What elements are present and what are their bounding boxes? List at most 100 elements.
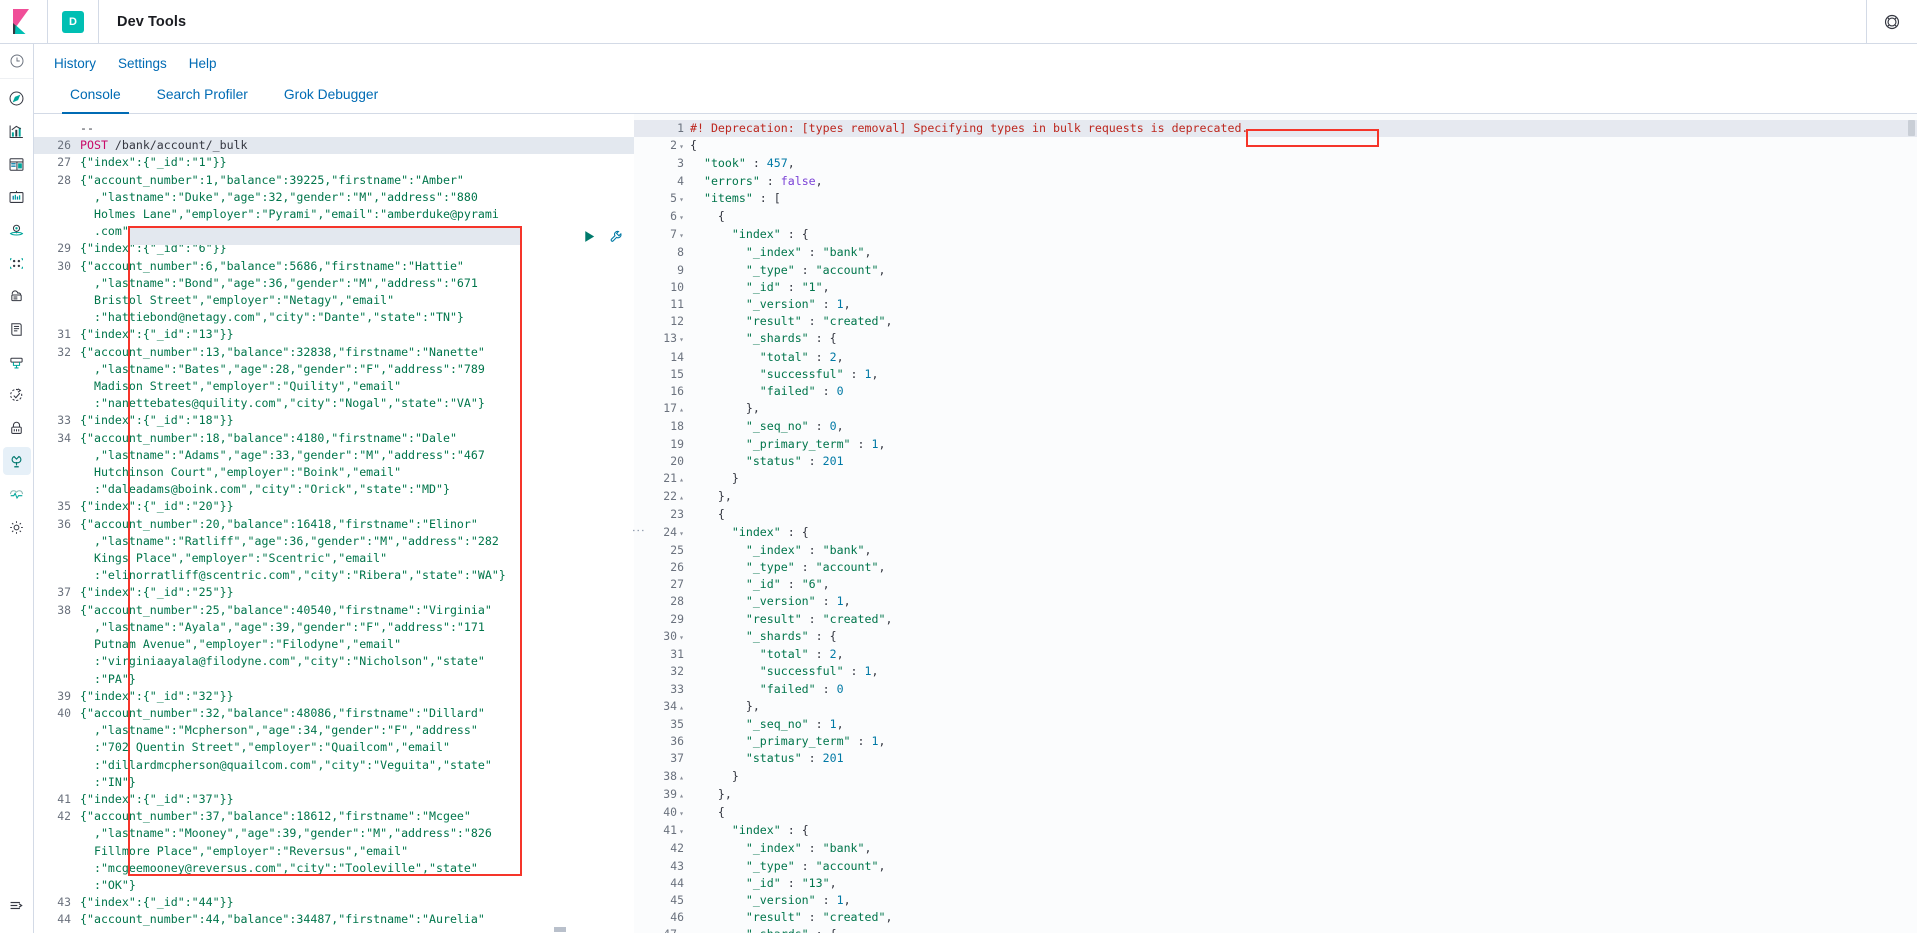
code-token: :: [795, 560, 816, 574]
fold-toggle-icon[interactable]: ▴: [677, 401, 684, 418]
sidebar-item-management[interactable]: [3, 513, 31, 541]
fold-toggle-icon[interactable]: ▾: [677, 138, 684, 155]
fold-toggle-icon[interactable]: ▾: [677, 227, 684, 244]
code-line: {"index":{"_id":"13"}}: [80, 326, 634, 343]
line-number: 35: [34, 498, 80, 515]
sidebar-item-dashboard[interactable]: [3, 150, 31, 178]
sidebar-item-security[interactable]: [3, 414, 31, 442]
code-token: "_primary_term": [690, 437, 851, 451]
code-token: :: [809, 717, 830, 731]
line-number: 47▾: [634, 926, 690, 933]
tab-console[interactable]: Console: [52, 87, 139, 113]
fold-toggle-icon[interactable]: ▾: [677, 209, 684, 226]
fold-toggle-icon[interactable]: ▴: [677, 471, 684, 488]
fold-toggle-icon[interactable]: ▾: [677, 927, 684, 933]
code-line: {"account_number":32,"balance":48086,"fi…: [80, 705, 634, 722]
request-editor[interactable]: --26POST /bank/account/_bulk27{"index":{…: [34, 114, 634, 933]
nav-link-settings[interactable]: Settings: [118, 56, 167, 71]
line-number: 36: [634, 733, 690, 750]
sidebar-item-machine-learning[interactable]: [3, 249, 31, 277]
fold-toggle-icon[interactable]: ▴: [677, 489, 684, 506]
fold-toggle-icon[interactable]: ▾: [677, 191, 684, 208]
code-token: ,: [865, 245, 872, 259]
code-line: :"OK"}: [80, 877, 634, 894]
line-number: 3: [634, 155, 690, 172]
output-line: 22▴ },: [634, 488, 1917, 506]
editor-line: ,"lastname":"Adams","age":33,"gender":"M…: [34, 447, 634, 464]
line-number: [34, 757, 80, 774]
fold-toggle-icon[interactable]: ▴: [677, 699, 684, 716]
fold-toggle-icon[interactable]: ▴: [677, 769, 684, 786]
response-output[interactable]: 1#! Deprecation: [types removal] Specify…: [634, 114, 1917, 933]
fold-toggle-icon[interactable]: ▾: [677, 629, 684, 646]
code-line: "items" : [: [690, 190, 1917, 208]
sidebar-item-canvas[interactable]: [3, 183, 31, 211]
code-token: "_version": [690, 594, 816, 608]
gear-management-icon: [8, 519, 25, 536]
sidebar-item-discover[interactable]: [3, 84, 31, 112]
code-token: ,: [885, 612, 892, 626]
editor-line: Fillmore Place","employer":"Reversus","e…: [34, 843, 634, 860]
line-number: [34, 739, 80, 756]
output-line: 13▾ "_shards" : {: [634, 330, 1917, 348]
sidebar-item-infrastructure[interactable]: [3, 282, 31, 310]
clock-icon[interactable]: [9, 53, 25, 69]
sidebar-item-dev-tools[interactable]: [3, 447, 31, 475]
output-line: 28 "_version" : 1,: [634, 593, 1917, 610]
play-run-request-icon[interactable]: [582, 229, 597, 244]
apm-icon: [8, 354, 25, 371]
line-number: 35: [634, 716, 690, 733]
code-line: "status" : 201: [690, 750, 1917, 767]
code-line: POST /bank/account/_bulk: [80, 137, 634, 154]
panel-resize-handle[interactable]: ⋮: [631, 524, 646, 536]
code-token: "status": [690, 454, 802, 468]
line-number: 40▾: [634, 804, 690, 822]
editor-line: 38{"account_number":25,"balance":40540,"…: [34, 602, 634, 619]
code-token: "index": [690, 525, 781, 539]
editor-line: :"virginiaayala@filodyne.com","city":"Ni…: [34, 653, 634, 670]
sidebar-item-monitoring[interactable]: [3, 480, 31, 508]
code-line: "_type" : "account",: [690, 262, 1917, 279]
editor-line: ,"lastname":"Bond","age":36,"gender":"M"…: [34, 275, 634, 292]
sidebar-item-logs[interactable]: [3, 315, 31, 343]
code-line: {"account_number":44,"balance":34487,"fi…: [80, 911, 634, 928]
collapse-nav-button[interactable]: [3, 891, 31, 919]
fold-toggle-icon[interactable]: ▾: [677, 331, 684, 348]
editor-line: 41{"index":{"_id":"37"}}: [34, 791, 634, 808]
fold-toggle-icon[interactable]: ▾: [677, 525, 684, 542]
code-line: {: [690, 208, 1917, 226]
code-line: "_shards" : {: [690, 330, 1917, 348]
sidebar-item-visualize[interactable]: [3, 117, 31, 145]
tab-search-profiler[interactable]: Search Profiler: [139, 87, 266, 113]
wrench-request-options-icon[interactable]: [609, 229, 624, 244]
output-line: 36 "_primary_term" : 1,: [634, 733, 1917, 750]
line-number: 19: [634, 436, 690, 453]
kibana-logo-cell[interactable]: [0, 0, 48, 44]
output-line: 17▴ },: [634, 400, 1917, 418]
line-number: 1: [634, 120, 690, 137]
code-token: "successful": [690, 664, 844, 678]
code-token: :: [781, 280, 802, 294]
editor-line: 26POST /bank/account/_bulk: [34, 137, 634, 154]
fold-toggle-icon[interactable]: ▴: [677, 787, 684, 804]
fold-toggle-icon[interactable]: ▾: [677, 805, 684, 822]
nav-link-history[interactable]: History: [54, 56, 96, 71]
output-line: 37 "status" : 201: [634, 750, 1917, 767]
output-line: 12 "result" : "created",: [634, 313, 1917, 330]
editor-horizontal-scrollbar[interactable]: [554, 927, 566, 932]
code-line: Holmes Lane","employer":"Pyrami","email"…: [80, 206, 634, 223]
nav-link-help[interactable]: Help: [189, 56, 217, 71]
help-ring-icon[interactable]: [1883, 13, 1901, 31]
output-line: 7▾ "index" : {: [634, 226, 1917, 244]
code-token: :"virginiaayala@filodyne.com","city":"Ni…: [80, 654, 485, 668]
fold-toggle-icon[interactable]: ▾: [677, 823, 684, 840]
sidebar-item-apm[interactable]: [3, 348, 31, 376]
tab-grok-debugger[interactable]: Grok Debugger: [266, 87, 396, 113]
sidebar-item-uptime[interactable]: [3, 381, 31, 409]
line-number: 44: [634, 875, 690, 892]
editor-line: ,"lastname":"Duke","age":32,"gender":"M"…: [34, 189, 634, 206]
code-token: 201: [823, 751, 844, 765]
sidebar-item-maps[interactable]: [3, 216, 31, 244]
code-token: "_shards": [690, 927, 809, 933]
output-vertical-scrollbar[interactable]: [1908, 120, 1915, 136]
